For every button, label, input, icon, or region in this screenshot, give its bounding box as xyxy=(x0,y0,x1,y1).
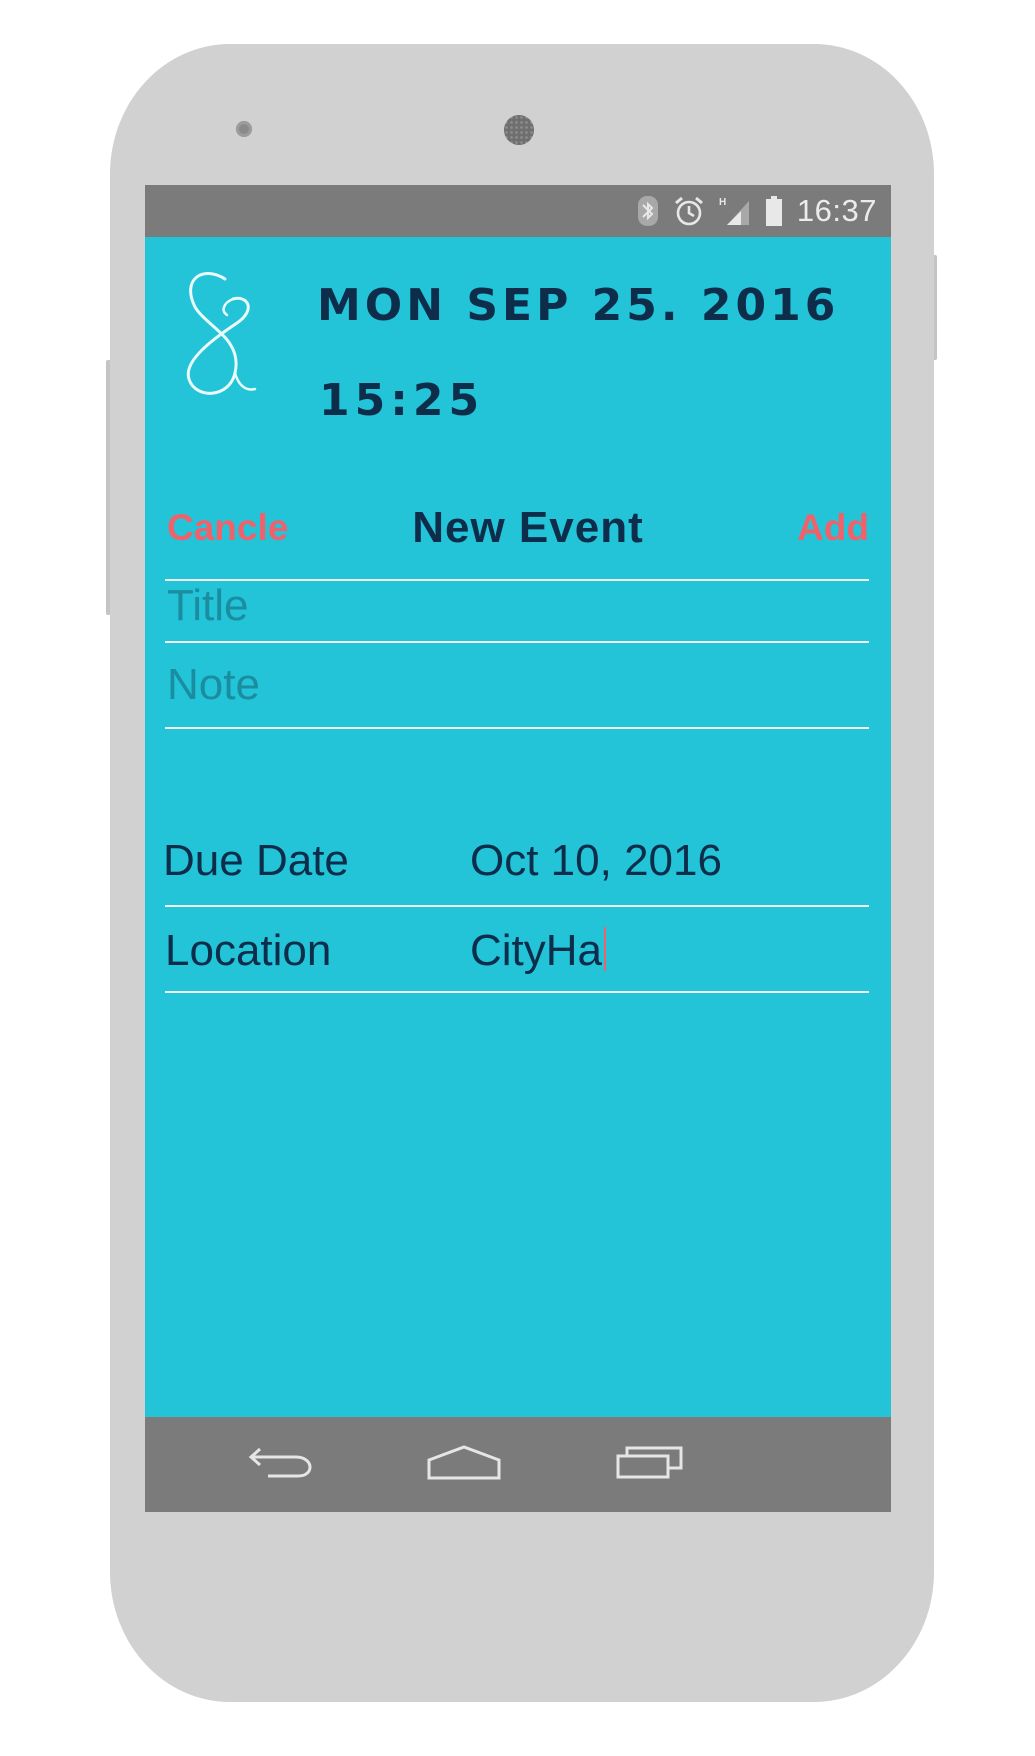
due-date-divider xyxy=(165,905,869,907)
event-title-input[interactable] xyxy=(165,576,867,636)
app-screen: H 16:37 MON SEP 25. 2016 15:25 New Event xyxy=(145,185,891,1512)
due-date-label: Due Date xyxy=(163,836,349,885)
home-button[interactable] xyxy=(424,1439,504,1489)
recent-apps-icon xyxy=(615,1444,685,1485)
note-divider xyxy=(165,727,869,729)
cancel-button[interactable]: Cancle xyxy=(167,507,288,549)
due-date-value[interactable]: Oct 10, 2016 xyxy=(470,836,722,886)
location-value: CityHa xyxy=(470,926,603,975)
battery-icon xyxy=(765,195,783,227)
back-icon xyxy=(248,1445,314,1484)
text-cursor xyxy=(604,927,607,971)
location-label: Location xyxy=(165,926,332,975)
recent-apps-button[interactable] xyxy=(610,1439,690,1489)
header-time: 15:25 xyxy=(319,375,485,426)
screen-title-text: New Event xyxy=(412,503,644,552)
signal-icon: H xyxy=(719,195,751,227)
header-date: MON SEP 25. 2016 xyxy=(317,280,840,331)
back-button[interactable] xyxy=(241,1439,321,1489)
location-input[interactable]: CityHa xyxy=(470,926,607,976)
proximity-sensor xyxy=(236,121,252,137)
status-icons: H 16:37 xyxy=(637,185,877,237)
navigation-bar xyxy=(145,1417,891,1512)
location-divider xyxy=(165,991,869,993)
svg-text:H: H xyxy=(719,197,726,208)
bluetooth-icon xyxy=(637,195,659,227)
front-camera xyxy=(504,115,534,145)
alarm-icon xyxy=(673,195,705,227)
title-divider xyxy=(165,641,869,643)
status-time: 16:37 xyxy=(796,193,877,228)
status-bar: H 16:37 xyxy=(145,185,891,237)
app-logo xyxy=(173,265,263,415)
home-icon xyxy=(427,1444,501,1485)
event-note-input[interactable] xyxy=(165,655,867,715)
add-button[interactable]: Add xyxy=(797,507,869,549)
